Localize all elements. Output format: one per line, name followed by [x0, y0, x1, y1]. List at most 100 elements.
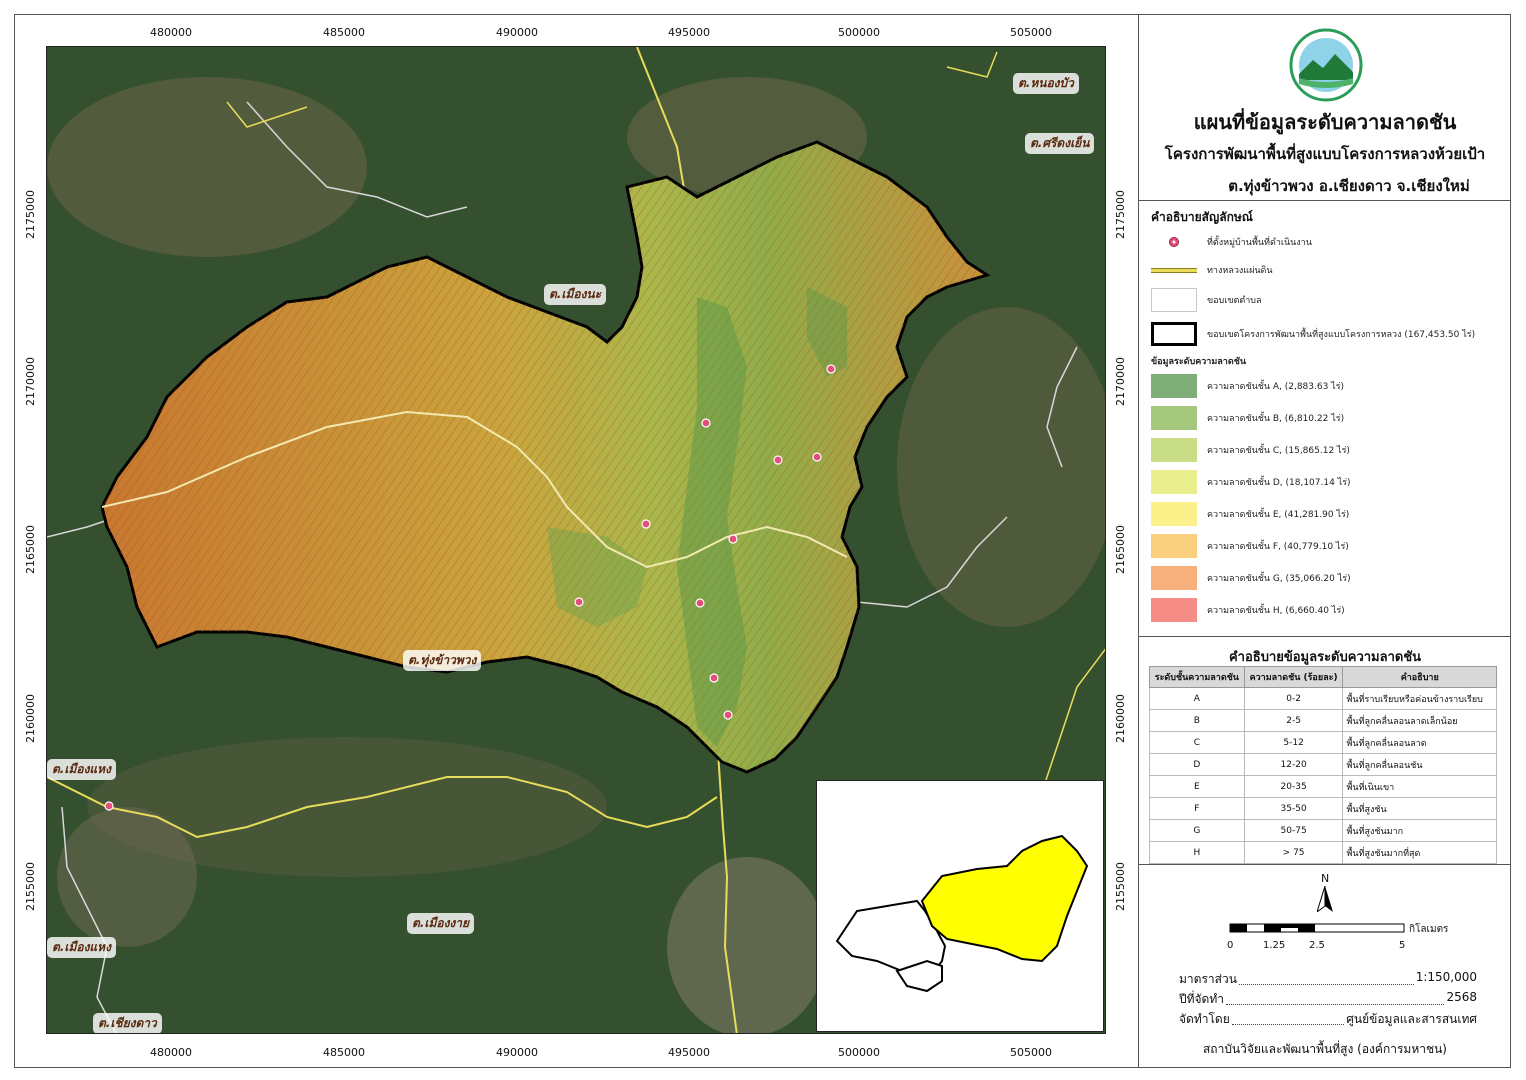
- place-label-si-dong-yen: ต.ศรีดงเย็น: [1025, 133, 1095, 154]
- x-tick-bottom: 480000: [150, 1046, 192, 1059]
- legend-label: ขอบเขตโครงการพัฒนาพื้นที่สูงแบบโครงการหล…: [1207, 330, 1476, 340]
- table-row: D 12-20 พื้นที่ลูกคลื่นลอนชัน: [1149, 753, 1497, 776]
- place-label-chiang-dao: ต.เชียงดาว: [93, 1013, 162, 1033]
- x-tick-top: 505000: [1010, 26, 1052, 39]
- table-cell: > 75: [1243, 841, 1344, 864]
- meta-author: จัดทำโดย ศูนย์ข้อมูลและสารสนเทศ: [1179, 1010, 1477, 1029]
- table-cell: D: [1149, 753, 1245, 776]
- x-tick-bottom: 485000: [323, 1046, 365, 1059]
- village-marker: [695, 598, 705, 608]
- scale-tick-label: 2.5: [1309, 940, 1325, 951]
- place-label-mueang-haeng: ต.เมืองแหง: [47, 759, 116, 780]
- table-cell: 12-20: [1243, 753, 1344, 776]
- legend-label: ความลาดชันชั้น E, (41,281.90 ไร่): [1207, 510, 1350, 520]
- x-tick-top: 490000: [496, 26, 538, 39]
- table-cell: 50-75: [1243, 819, 1344, 842]
- terrain-patch: [57, 807, 197, 947]
- village-marker: [709, 673, 719, 683]
- table-cell: A: [1149, 687, 1245, 710]
- table-row: B 2-5 พื้นที่ลูกคลื่นลอนลาดเล็กน้อย: [1149, 709, 1497, 732]
- slope-class-table: ระดับชั้นความลาดชัน ความลาดชัน (ร้อยละ) …: [1149, 666, 1497, 864]
- meta-value: ศูนย์ข้อมูลและสารสนเทศ: [1346, 1012, 1477, 1026]
- x-tick-top: 495000: [668, 26, 710, 39]
- y-tick-right: 2165000: [1114, 525, 1127, 574]
- scale-tick-label: 0: [1227, 940, 1234, 951]
- table-cell: E: [1149, 775, 1245, 798]
- legend-label: ความลาดชันชั้น A, (2,883.63 ไร่): [1207, 382, 1345, 392]
- village-marker: [812, 452, 822, 462]
- scale-unit-label: กิโลเมตร: [1409, 924, 1449, 935]
- meta-label: ปีที่จัดทำ: [1179, 992, 1224, 1006]
- y-tick-left: 2165000: [24, 525, 37, 574]
- place-label-thung-khao-phuang: ต.ทุ่งข้าวพวง: [403, 650, 482, 671]
- legend-label: ความลาดชันชั้น B, (6,810.22 ไร่): [1207, 414, 1345, 424]
- x-tick-bottom: 490000: [496, 1046, 538, 1059]
- village-marker: [574, 597, 584, 607]
- slope-swatch: [1151, 406, 1197, 430]
- legend-item-project: ขอบเขตโครงการพัฒนาพื้นที่สูงแบบโครงการหล…: [1151, 322, 1475, 346]
- legend-item-slope-b: ความลาดชันชั้น B, (6,810.22 ไร่): [1151, 406, 1344, 430]
- village-marker: [701, 418, 711, 428]
- north-label: N: [1321, 872, 1330, 885]
- legend-item-slope-c: ความลาดชันชั้น C, (15,865.12 ไร่): [1151, 438, 1350, 462]
- y-tick-left: 2160000: [24, 694, 37, 743]
- map-location: ต.ทุ่งข้าวพวง อ.เชียงดาว จ.เชียงใหม่: [1228, 177, 1470, 195]
- meta-scale: มาตราส่วน 1:150,000: [1179, 970, 1477, 989]
- place-label-mueang-haeng: ต.เมืองแหง: [47, 937, 116, 958]
- legend-label: ความลาดชันชั้น H, (6,660.40 ไร่): [1207, 606, 1345, 616]
- place-label-mueang-na: ต.เมืองนะ: [544, 284, 607, 305]
- meta-leader: [1238, 970, 1414, 985]
- table-cell: 0-2: [1243, 687, 1344, 710]
- panel-divider: [1139, 636, 1511, 637]
- institute-logo-icon: [1289, 28, 1363, 102]
- meta-label: มาตราส่วน: [1179, 972, 1237, 986]
- map-subtitle: โครงการพัฒนาพื้นที่สูงแบบโครงการหลวงห้วย…: [1164, 145, 1486, 163]
- legend-label: ความลาดชันชั้น F, (40,779.10 ไร่): [1207, 542, 1349, 552]
- table-header: คำอธิบาย: [1342, 666, 1497, 688]
- village-marker: [723, 710, 733, 720]
- table-cell: 20-35: [1243, 775, 1344, 798]
- table-cell: 35-50: [1243, 797, 1344, 820]
- slope-swatch: [1151, 470, 1197, 494]
- table-row: C 5-12 พื้นที่ลูกคลื่นลอนลาด: [1149, 731, 1497, 754]
- table-row: G 50-75 พื้นที่สูงชันมาก: [1149, 819, 1497, 842]
- table-cell: พื้นที่สูงชัน: [1342, 797, 1497, 820]
- legend-item-subdistrict: ขอบเขตตำบล: [1151, 288, 1261, 312]
- table-cell: G: [1149, 819, 1245, 842]
- slope-table-title: คำอธิบายข้อมูลระดับความลาดชัน: [1228, 650, 1422, 665]
- slope-swatch: [1151, 598, 1197, 622]
- meta-year: ปีที่จัดทำ 2568: [1179, 990, 1477, 1009]
- terrain-patch: [667, 857, 827, 1033]
- table-cell: พื้นที่เนินเขา: [1342, 775, 1497, 798]
- legend-item-slope-g: ความลาดชันชั้น G, (35,066.20 ไร่): [1151, 566, 1351, 590]
- legend-label: ขอบเขตตำบล: [1207, 296, 1262, 306]
- table-cell: F: [1149, 797, 1245, 820]
- scale-bar-icon: [1229, 923, 1405, 933]
- inset-svg: [835, 834, 1089, 993]
- footer-institute: สถาบันวิจัยและพัฒนาพื้นที่สูง (องค์การมห…: [1202, 1042, 1447, 1056]
- slope-swatch: [1151, 502, 1197, 526]
- table-row: H > 75 พื้นที่สูงชันมากที่สุด: [1149, 841, 1497, 864]
- table-row: A 0-2 พื้นที่ราบเรียบหรือค่อนข้างราบเรีย…: [1149, 687, 1497, 710]
- legend-item-slope-h: ความลาดชันชั้น H, (6,660.40 ไร่): [1151, 598, 1345, 622]
- table-cell: พื้นที่ราบเรียบหรือค่อนข้างราบเรียบ: [1342, 687, 1497, 710]
- village-marker: [773, 455, 783, 465]
- x-tick-bottom: 495000: [668, 1046, 710, 1059]
- x-tick-bottom: 500000: [838, 1046, 880, 1059]
- legend-label: ทางหลวงแผ่นดิน: [1207, 266, 1273, 276]
- highway-symbol-icon: [1151, 258, 1197, 282]
- table-cell: B: [1149, 709, 1245, 732]
- subdistrict-symbol-icon: [1151, 288, 1197, 312]
- legend-item-village: ที่ตั้งหมู่บ้านพื้นที่ดำเนินงาน: [1151, 230, 1312, 254]
- x-tick-top: 480000: [150, 26, 192, 39]
- table-header: ระดับชั้นความลาดชัน: [1149, 666, 1245, 688]
- legend-item-highway: ทางหลวงแผ่นดิน: [1151, 258, 1273, 282]
- legend-item-slope-e: ความลาดชันชั้น E, (41,281.90 ไร่): [1151, 502, 1349, 526]
- table-cell: พื้นที่ลูกคลื่นลอนลาดเล็กน้อย: [1342, 709, 1497, 732]
- project-boundary-symbol-icon: [1151, 322, 1197, 346]
- legend-item-slope-f: ความลาดชันชั้น F, (40,779.10 ไร่): [1151, 534, 1349, 558]
- x-tick-top: 500000: [838, 26, 880, 39]
- meta-label: จัดทำโดย: [1179, 1012, 1230, 1026]
- table-cell: C: [1149, 731, 1245, 754]
- table-row: E 20-35 พื้นที่เนินเขา: [1149, 775, 1497, 798]
